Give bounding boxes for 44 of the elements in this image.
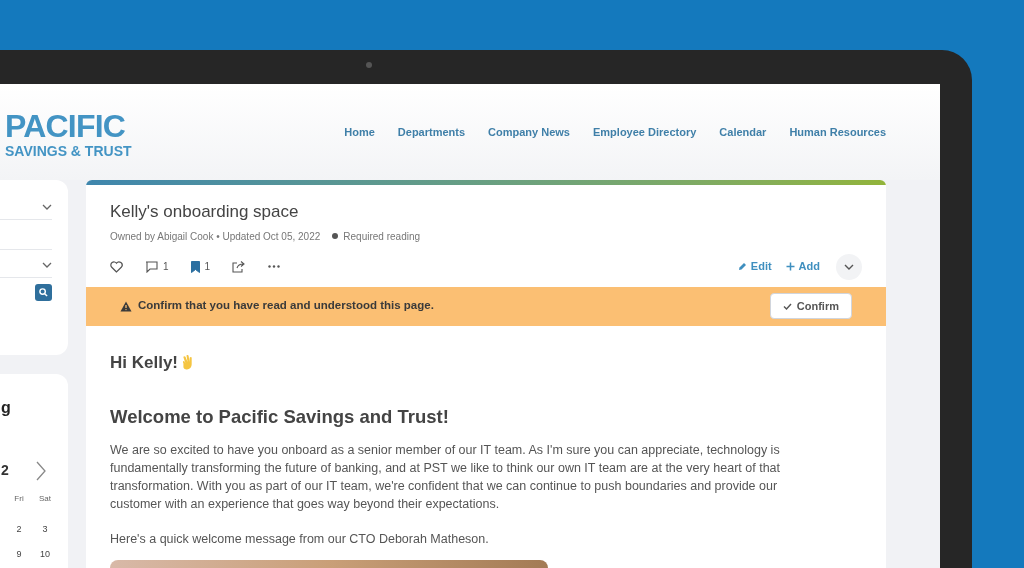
nav-link[interactable]: Calendar [719,123,767,141]
calendar-day[interactable]: 9 [6,548,32,568]
body-paragraph: We are so excited to have you onboard as a senior member of our IT team. As I'm sure you can appreciate, technology is fundamentally transforming the future of banking, and at PST we like to think our own IT team are at the very heart of that transformation. With you as part of our IT team, we're confident that we can continue to push boundaries and provide our customer with an experience that goes way beyond their expectations. [110,441,782,513]
waving-hand-icon [182,354,194,370]
greeting-heading: Hi Kelly! [110,351,179,374]
warning-icon [120,300,132,312]
nav-link[interactable]: Company News [488,123,570,141]
weekday-label: Fri [13,493,25,505]
calendar-month: 2 [1,461,9,480]
comment-count: 1 [163,260,169,274]
welcome-heading: Welcome to Pacific Savings and Trust! [110,405,450,429]
banner-message: Confirm that you have read and understood this page. [138,298,434,314]
chevron-down-icon[interactable] [42,204,52,210]
logo-title: PACIFIC [5,110,127,142]
edit-button[interactable]: Edit [737,258,772,275]
nav-link[interactable]: Employee Directory [593,123,697,141]
page-meta: Owned by Abigail Cook • Updated Oct 05, 2022 [110,229,321,244]
pencil-icon [737,262,747,271]
status-label: Required reading [343,229,421,244]
logo-subtitle: SAVINGS & TRUST [5,144,132,158]
comment-icon[interactable] [145,260,158,273]
bookmark-icon[interactable] [190,260,200,273]
nav-link[interactable]: Departments [397,123,466,141]
search-icon [39,288,48,297]
heart-icon[interactable] [110,260,123,273]
check-icon [782,302,792,310]
nav-link[interactable]: Human Resources [789,123,886,141]
more-icon[interactable] [268,265,281,268]
search-button[interactable] [35,284,52,301]
bookmark-count: 1 [204,260,211,274]
calendar-title: g [1,398,11,418]
calendar-day[interactable]: 10 [32,548,58,568]
chevron-down-icon [844,263,854,270]
chevron-down-icon[interactable] [42,262,52,268]
body-paragraph: Here's a quick welcome message from our CTO Deborah Matheson. [110,530,490,548]
add-button[interactable]: Add [785,258,820,275]
calendar-day[interactable]: 2 [6,523,32,548]
plus-icon [785,262,795,271]
page-title: Kelly's onboarding space [110,201,300,223]
nav-link[interactable]: Home [344,123,375,141]
share-icon[interactable] [232,260,247,273]
calendar-day[interactable]: 3 [32,523,58,548]
weekday-label: Sat [38,493,52,505]
confirm-button[interactable]: Confirm [769,293,852,319]
